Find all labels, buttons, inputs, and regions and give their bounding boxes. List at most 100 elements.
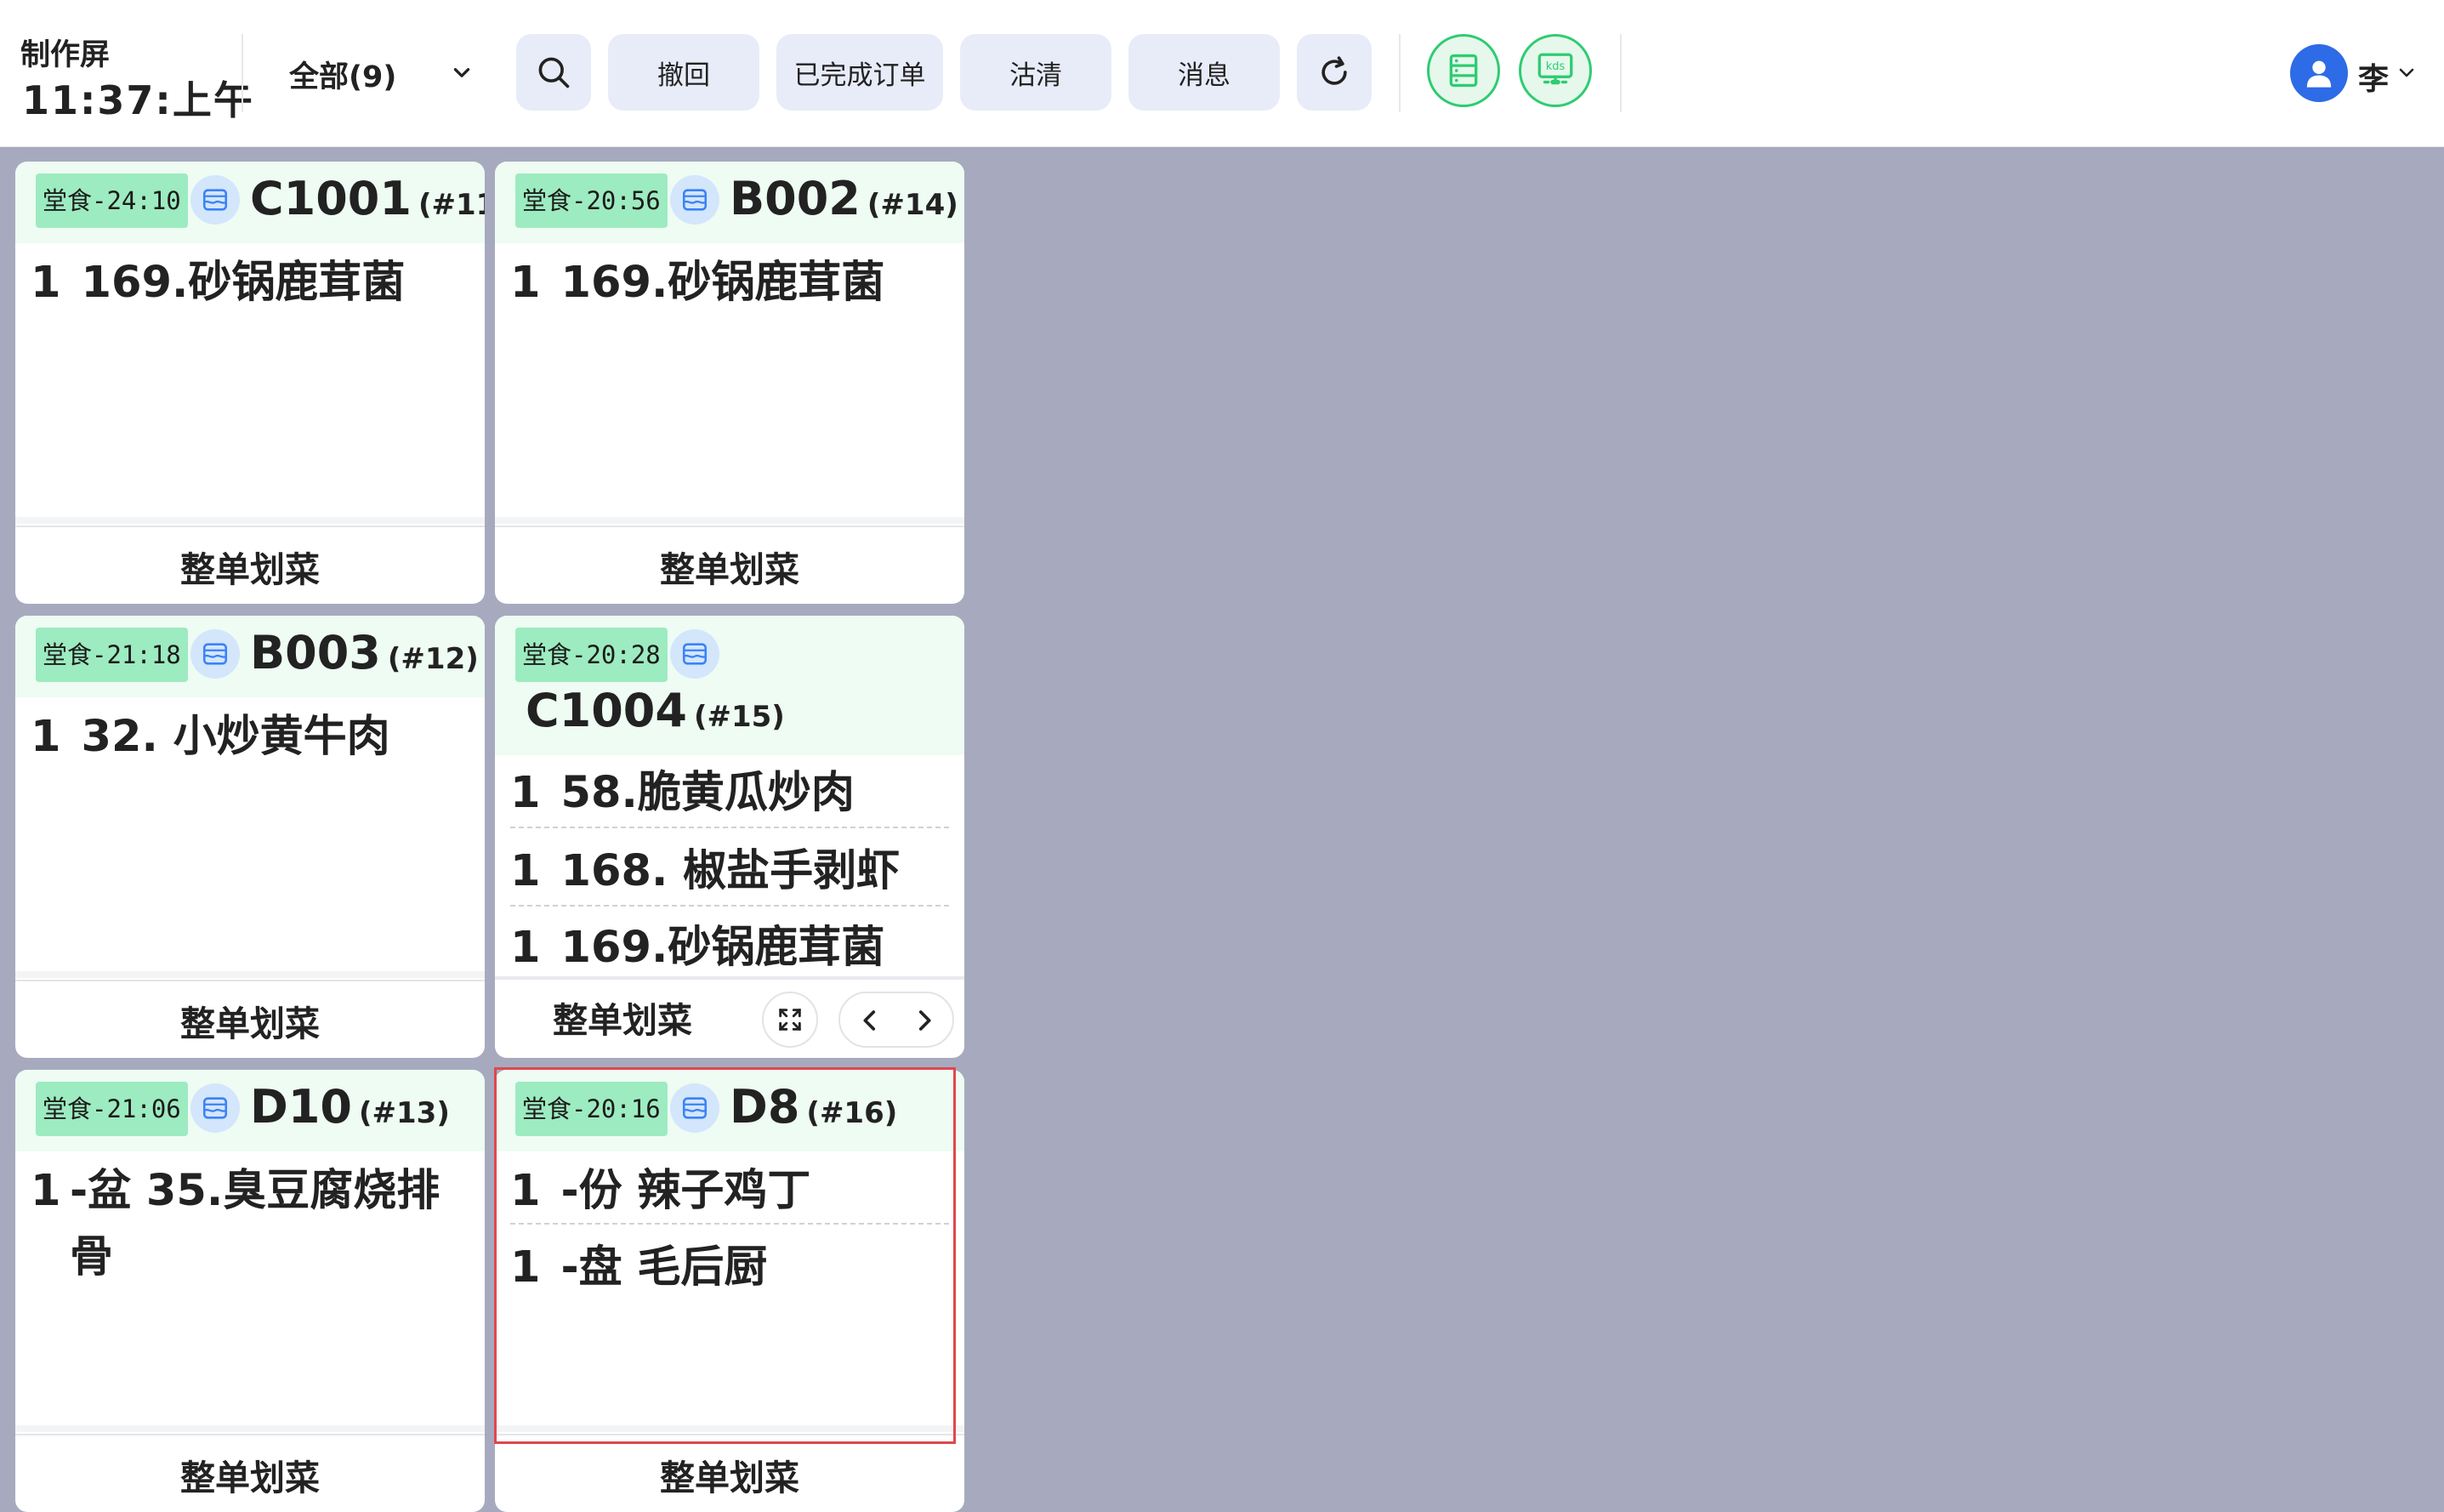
item-qty: 1: [510, 258, 541, 308]
order-card-header: 堂食-24:10 C1001(#11): [15, 162, 485, 243]
order-item[interactable]: 1 169.砂锅鹿茸菌: [31, 250, 405, 316]
item-divider: [510, 905, 949, 907]
complete-order-button[interactable]: 整单划菜: [495, 541, 964, 592]
footer-divider: [15, 1434, 485, 1435]
store-icon: [190, 1083, 240, 1133]
chevron-right-icon[interactable]: [910, 1006, 939, 1035]
refresh-icon: [1321, 56, 1347, 85]
item-name: 168. 椒盐手剥虾: [560, 846, 901, 896]
order-type-timer-badge: 堂食-20:16: [515, 1082, 668, 1136]
order-card[interactable]: 堂食-20:56 B002 (#14) 1 169.砂锅鹿茸菌 整单划菜: [495, 162, 964, 604]
store-icon: [190, 175, 240, 225]
footer-divider: [15, 971, 485, 978]
avatar[interactable]: [2290, 44, 2348, 102]
top-toolbar: 制作屏 11:37:上午 全部(9) 撤回 已完成订单 沽清 消息 kds 李: [0, 0, 2444, 147]
order-card-header: 堂食-20:16 D8 (#16): [495, 1070, 964, 1151]
order-number: B003 (#12): [250, 626, 479, 679]
order-type-timer-badge: 堂食-21:06: [36, 1082, 188, 1136]
order-item[interactable]: 1 -盘 毛后厨: [510, 1235, 767, 1301]
order-card-selected[interactable]: 堂食-20:16 D8 (#16) 1 -份 辣子鸡丁 1 -盘 毛后厨 整单划菜: [495, 1070, 964, 1512]
footer-divider: [495, 1434, 964, 1435]
footer-divider: [495, 526, 964, 527]
item-name: 169.砂锅鹿茸菌: [81, 258, 406, 308]
complete-order-button[interactable]: 整单划菜: [495, 1449, 964, 1500]
order-card-header: 堂食-21:18 B003 (#12): [15, 616, 485, 697]
footer-divider: [15, 517, 485, 524]
order-item[interactable]: 1 168. 椒盐手剥虾: [510, 838, 900, 905]
order-item[interactable]: 1 32. 小炒黄牛肉: [31, 704, 390, 770]
server-list-icon: [1449, 54, 1478, 88]
list-view-button[interactable]: [1427, 34, 1500, 107]
divider: [1399, 34, 1401, 112]
item-name: -盆 35.臭豆腐烧排骨: [70, 1166, 440, 1282]
search-icon: [538, 57, 570, 88]
divider: [242, 34, 243, 112]
completed-orders-button[interactable]: 已完成订单: [776, 34, 943, 111]
footer-divider: [15, 1425, 485, 1432]
order-card[interactable]: 堂食-24:10 C1001(#11) 1 169.砂锅鹿茸菌 整单划菜: [15, 162, 485, 604]
item-qty: 1: [510, 1242, 541, 1293]
order-item[interactable]: 1 169.砂锅鹿茸菌: [510, 250, 884, 316]
kds-text: kds: [1546, 60, 1566, 73]
item-qty: 1: [510, 768, 541, 818]
filter-dropdown-label[interactable]: 全部(9): [289, 53, 396, 96]
store-icon: [670, 629, 719, 679]
chevron-down-icon[interactable]: [451, 62, 473, 84]
refresh-button[interactable]: [1297, 34, 1372, 111]
complete-order-button[interactable]: 整单划菜: [15, 995, 485, 1046]
order-card-header: 堂食-20:56 B002 (#14): [495, 162, 964, 243]
order-card[interactable]: 堂食-21:18 B003 (#12) 1 32. 小炒黄牛肉 整单划菜: [15, 616, 485, 1058]
user-icon: [2306, 60, 2332, 88]
order-item[interactable]: 1 58.脆黄瓜炒肉: [510, 760, 855, 827]
complete-order-button[interactable]: 整单划菜: [495, 992, 750, 1043]
undo-button[interactable]: 撤回: [608, 34, 759, 111]
order-sequence: (#16): [806, 1096, 898, 1130]
screen-title: 制作屏: [20, 38, 111, 72]
order-item[interactable]: 1 -盆 35.臭豆腐烧排骨: [31, 1158, 456, 1291]
order-sequence: (#15): [693, 700, 785, 734]
expand-button[interactable]: [762, 992, 818, 1048]
kds-monitor-icon: kds: [1537, 53, 1573, 85]
order-card-header: 堂食-20:28 C1004 (#15): [495, 616, 964, 755]
order-sequence: (#14): [867, 188, 958, 222]
item-qty: 1: [31, 1166, 61, 1216]
search-button[interactable]: [516, 34, 591, 111]
order-type-timer-badge: 堂食-20:56: [515, 173, 668, 228]
item-qty: 1: [31, 258, 61, 308]
order-item[interactable]: 1 -份 辣子鸡丁: [510, 1158, 810, 1225]
order-type-timer-badge: 堂食-21:18: [36, 628, 188, 682]
store-icon: [670, 175, 719, 225]
footer-divider: [15, 980, 485, 981]
pagination-control: [838, 992, 954, 1048]
chevron-left-icon[interactable]: [855, 1006, 884, 1035]
order-card-header: 堂食-21:06 D10 (#13): [15, 1070, 485, 1151]
order-card[interactable]: 堂食-21:06 D10 (#13) 1 -盆 35.臭豆腐烧排骨 整单划菜: [15, 1070, 485, 1512]
complete-order-button[interactable]: 整单划菜: [15, 1449, 485, 1500]
footer-divider: [495, 1425, 964, 1432]
kds-button[interactable]: kds: [1519, 34, 1592, 107]
user-name[interactable]: 李: [2358, 54, 2389, 99]
order-number: B002 (#14): [730, 172, 958, 225]
item-qty: 1: [510, 846, 541, 896]
messages-button[interactable]: 消息: [1128, 34, 1280, 111]
expand-icon: [779, 1009, 801, 1031]
order-sequence: (#13): [358, 1096, 450, 1130]
item-qty: 1: [510, 923, 541, 973]
item-qty: 1: [510, 1166, 541, 1216]
complete-order-button[interactable]: 整单划菜: [15, 541, 485, 592]
order-card[interactable]: 堂食-20:28 C1004 (#15) 1 58.脆黄瓜炒肉 1 168. 椒盐手剥…: [495, 616, 964, 1058]
order-type-timer-badge: 堂食-24:10: [36, 173, 188, 228]
item-qty: 1: [31, 712, 61, 762]
sold-out-button[interactable]: 沽清: [960, 34, 1111, 111]
order-number: C1004 (#15): [526, 684, 785, 737]
chevron-down-icon[interactable]: [2396, 63, 2417, 83]
item-name: 58.脆黄瓜炒肉: [560, 768, 855, 818]
order-item[interactable]: 1 169.砂锅鹿茸菌: [510, 915, 884, 981]
order-number: C1001(#11): [250, 172, 485, 225]
item-name: 32. 小炒黄牛肉: [81, 712, 390, 762]
store-icon: [670, 1083, 719, 1133]
clock-time: 11:37:上午: [22, 77, 254, 123]
order-number: D8 (#16): [730, 1080, 898, 1134]
order-sequence: (#11): [418, 188, 485, 222]
item-divider: [510, 1223, 949, 1225]
